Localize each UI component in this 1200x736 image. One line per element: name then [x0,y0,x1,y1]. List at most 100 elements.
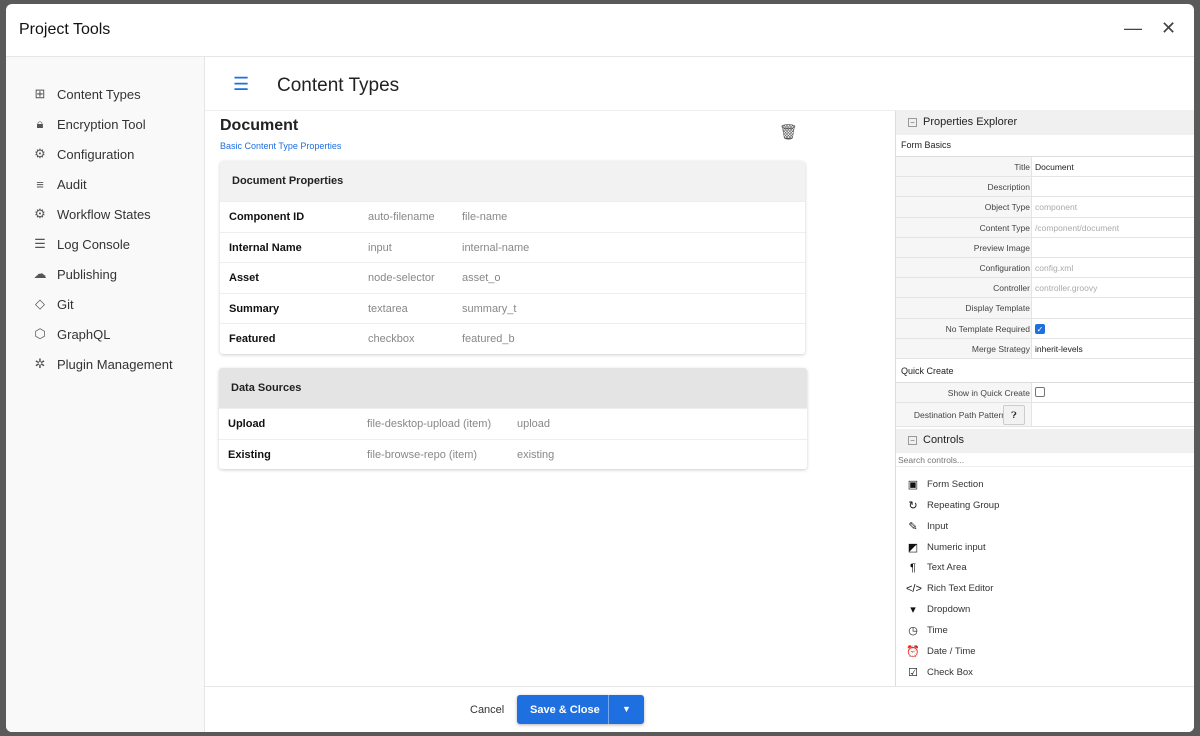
property-label: Destination Path Pattern [913,410,1006,421]
property-value[interactable] [1031,237,1194,257]
field-control: textarea [368,302,408,315]
show-quick-create-checkbox[interactable] [1035,386,1045,397]
field-label: Upload [228,418,266,430]
sidebar-item-log-console[interactable]: ☰ Log Console [32,233,130,255]
property-value[interactable] [1031,177,1194,197]
check-box-icon: ☑ [908,667,918,680]
text-area-icon: ¶ [910,561,916,574]
sidebar-item-label: Log Console [57,236,130,252]
control-item[interactable]: ▾ Dropdown [906,603,970,616]
control-item[interactable]: ▣ Form Section [906,478,984,491]
close-icon[interactable]: ✕ [1161,18,1176,39]
dialog-footer: Cancel Save & Close ▼ [205,686,1194,732]
control-item[interactable]: ¶ Text Area [906,562,967,574]
lock-icon: 🔒︎ [36,116,44,131]
collapse-icon[interactable]: − [908,436,917,446]
align-center-icon: ☰ [34,236,46,251]
search-controls-input[interactable] [896,453,1194,468]
property-value[interactable]: component [1031,197,1194,217]
field-label: Internal Name [229,241,302,254]
property-label: Content Type [979,222,1030,233]
property-label: Configuration [979,262,1030,273]
field-control: input [368,241,392,254]
control-item[interactable]: ☑ Check Box [906,666,973,679]
property-value [1031,382,1194,403]
content-type-title: Document [220,117,299,134]
sidebar-item-graphql[interactable]: ⬡ GraphQL [32,323,110,345]
property-value[interactable]: /component/document [1031,217,1194,237]
page-title: Content Types [277,75,400,96]
data-sources-section[interactable]: Data Sources Upload file-desktop-upload (… [219,368,807,469]
sidebar-item-git[interactable]: ◇ Git [32,293,74,315]
property-row: No Template Required ✓ [896,318,1194,339]
chevron-down-icon[interactable]: ▼ [608,695,644,724]
panel-title: Controls [923,434,964,447]
controls-header[interactable]: − Controls [896,429,1194,454]
property-value[interactable]: inherit-levels [1031,338,1194,358]
table-row[interactable]: Internal Name input internal-name [220,231,805,263]
cancel-button[interactable]: Cancel [470,704,504,716]
control-item[interactable]: ✎ Input [906,520,948,533]
property-value[interactable]: controller.groovy [1031,278,1194,298]
property-row: Content Type/component/document [896,217,1194,238]
minimize-icon[interactable]: — [1124,18,1142,39]
sidebar-item-encryption-tool[interactable]: 🔒︎ Encryption Tool [32,113,146,135]
table-row[interactable]: Upload file-desktop-upload (item) upload [219,408,807,439]
control-label: Check Box [927,667,973,679]
property-row: Preview Image [896,237,1194,258]
trash-icon[interactable]: 🗑︎ [779,123,798,141]
sidebar-item-publishing[interactable]: ☁ Publishing [32,263,118,285]
sidebar-item-configuration[interactable]: ⚙ Configuration [32,143,134,165]
table-row[interactable]: Component ID auto-filename file-name [220,201,805,232]
sidebar-item-plugin-management[interactable]: ✲ Plugin Management [32,353,173,375]
property-row: Display Template [896,298,1194,319]
property-value[interactable]: config.xml [1031,257,1194,278]
field-control: file-desktop-upload (item) [367,418,492,430]
control-item[interactable]: ↻ Repeating Group [906,499,999,512]
property-label: No Template Required [945,323,1030,334]
hamburger-menu-icon[interactable]: ☰ [233,74,249,95]
sidebar-item-label: Encryption Tool [57,116,146,132]
properties-explorer-header[interactable]: − Properties Explorer [896,111,1194,135]
property-label: Display Template [965,303,1030,314]
table-row[interactable]: Asset node-selector asset_o [220,262,805,293]
table-row[interactable]: Summary textarea summary_t [220,292,805,324]
no-template-checkbox[interactable]: ✓ [1035,323,1045,334]
quick-create-header: Quick Create [896,359,1194,383]
property-value[interactable] [1031,298,1194,318]
property-label: Title [1014,162,1030,172]
table-row[interactable]: Featured checkbox featured_b [220,323,805,354]
numeric-input-icon: ◩ [907,541,919,554]
sidebar: ⊞ Content Types 🔒︎ Encryption Tool ⚙ Config… [6,57,205,732]
property-value[interactable]: Document [1031,157,1194,177]
control-item[interactable]: ⏰ Date / Time [906,645,975,658]
document-properties-section[interactable]: Document Properties Component ID auto-fil… [220,161,805,354]
sidebar-item-label: Plugin Management [57,356,173,372]
collapse-icon[interactable]: − [908,118,917,127]
field-label: Existing [228,448,271,461]
field-control: checkbox [368,333,415,345]
sidebar-item-workflow-states[interactable]: ⚙ Workflow States [32,203,151,225]
property-row: Merge Strategy inherit-levels [896,338,1194,359]
control-item[interactable]: ◩ Numeric input [906,541,986,554]
control-item[interactable]: </> Rich Text Editor [906,583,993,595]
control-item[interactable]: ◷ Time [906,624,948,637]
property-value[interactable]: ✓ [1031,318,1194,338]
sidebar-item-label: Workflow States [57,206,151,222]
table-row[interactable]: Existing file-browse-repo (item) existing [219,438,807,470]
property-row: Title Document [896,157,1194,178]
property-row: Description [896,177,1194,198]
rich-text-editor-icon: </> [906,582,922,595]
property-label: Controller [993,283,1030,294]
save-close-button[interactable]: Save & Close ▼ [517,695,644,724]
destination-path-input[interactable] [1031,403,1194,427]
sidebar-item-audit[interactable]: ≡ Audit [32,173,86,195]
help-icon[interactable]: ❓︎ [1003,405,1025,426]
field-control: auto-filename [368,211,435,223]
sidebar-item-content-types[interactable]: ⊞ Content Types [32,83,141,105]
content-type-subtitle[interactable]: Basic Content Type Properties [220,141,341,151]
property-row: Destination Path Pattern ❓︎ [896,403,1194,428]
section-header: Data Sources [219,368,807,408]
repeating-group-icon: ↻ [908,499,918,512]
field-id: summary_t [462,302,517,315]
